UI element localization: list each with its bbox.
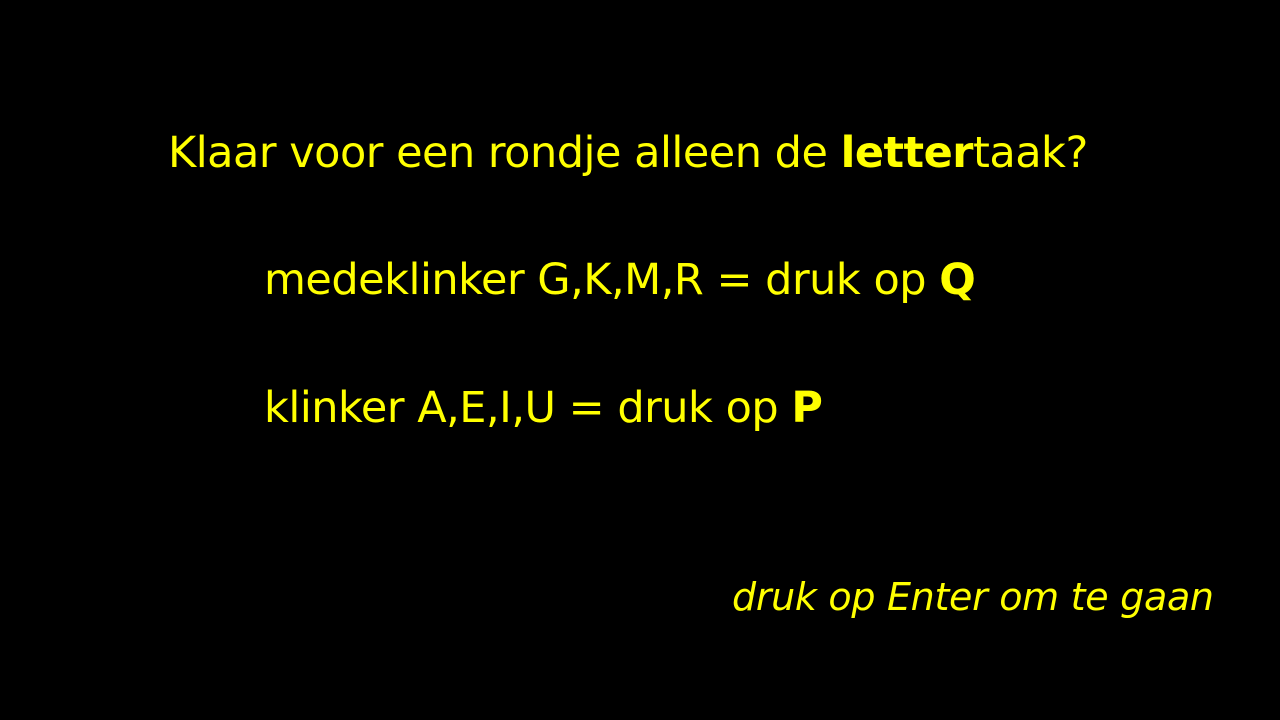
consonant-rule: medeklinker G,K,M,R = druk op Q [264,259,976,302]
task-question: Klaar voor een rondje alleen de letterta… [168,132,1088,175]
vowel-rule-text: klinker A,E,I,U = druk op [264,383,792,433]
instruction-slide: Klaar voor een rondje alleen de letterta… [0,0,1280,720]
vowel-response-key: P [791,383,823,433]
consonant-rule-text: medeklinker G,K,M,R = druk op [264,255,940,305]
continue-prompt: druk op Enter om te gaan [732,575,1214,619]
task-question-suffix: taak? [972,128,1088,178]
task-question-text: Klaar voor een rondje alleen de [168,128,841,178]
task-question-emphasis: letter [840,128,974,178]
consonant-response-key: Q [939,255,976,305]
vowel-rule: klinker A,E,I,U = druk op P [264,387,823,430]
